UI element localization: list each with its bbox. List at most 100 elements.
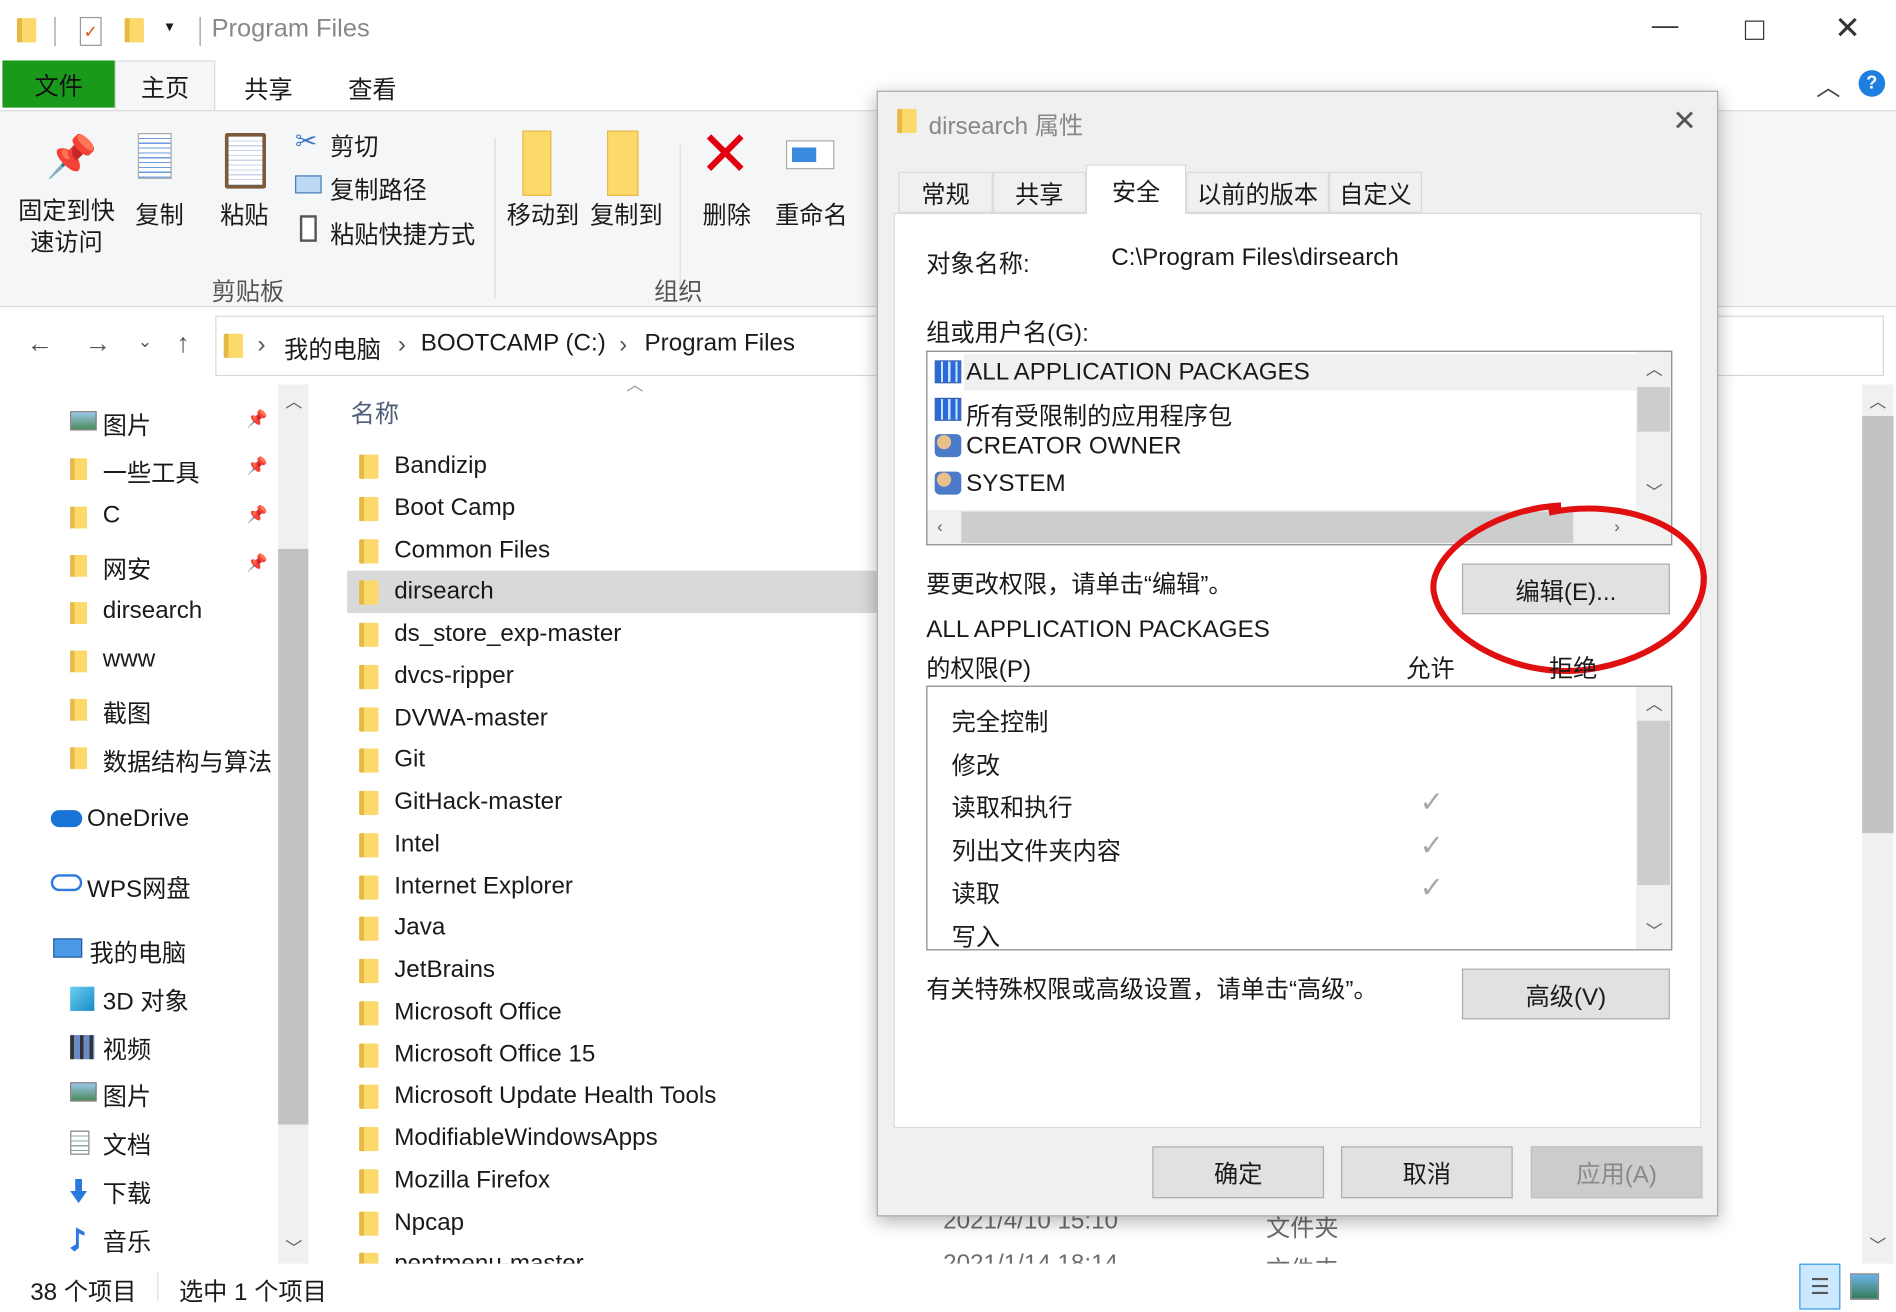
back-icon[interactable]: ← bbox=[27, 328, 54, 359]
nav-item[interactable]: 音乐 bbox=[0, 1218, 278, 1259]
scrollbar-thumb[interactable] bbox=[1637, 386, 1670, 432]
dialog-tab[interactable]: 以前的版本 bbox=[1186, 171, 1329, 213]
nav-item[interactable]: 数据结构与算法 bbox=[0, 738, 278, 779]
ribbon-tab-view[interactable]: 查看 bbox=[348, 70, 396, 105]
scroll-up-icon[interactable]: ︿ bbox=[1646, 692, 1663, 716]
breadcrumb-item[interactable]: BOOTCAMP (C:) bbox=[421, 330, 606, 358]
file-row[interactable]: Microsoft Update Health Tools bbox=[347, 1075, 879, 1117]
file-row[interactable]: Bandizip bbox=[347, 445, 879, 487]
nav-item[interactable]: C 📌 bbox=[0, 497, 278, 538]
scroll-up-icon[interactable]: ︿ bbox=[1869, 389, 1886, 413]
advanced-button[interactable]: 高级(V) bbox=[1461, 968, 1670, 1020]
up-icon[interactable]: ↑ bbox=[177, 328, 190, 359]
close-icon[interactable]: ✕ bbox=[1834, 10, 1860, 47]
nav-item[interactable]: 文档 bbox=[0, 1121, 278, 1162]
breadcrumb-item[interactable]: Program Files bbox=[645, 330, 796, 358]
nav-item[interactable]: dirsearch bbox=[0, 593, 278, 634]
file-row[interactable]: Microsoft Office 15 bbox=[347, 1033, 879, 1075]
copy-button[interactable]: 复制 bbox=[135, 196, 183, 231]
dialog-tab[interactable]: 共享 bbox=[992, 171, 1086, 213]
pin-icon[interactable]: 📌 bbox=[247, 504, 268, 525]
pin-quick-access-button[interactable]: 固定到快 速访问 bbox=[18, 196, 115, 259]
nav-item[interactable]: 桌面 bbox=[0, 1259, 278, 1264]
details-view-button[interactable]: ☰ bbox=[1799, 1263, 1841, 1310]
file-row[interactable]: pentmenu-master bbox=[347, 1243, 879, 1264]
vertical-scrollbar[interactable]: ︿ ﹀ bbox=[1636, 686, 1672, 950]
nav-scrollbar[interactable]: ︿ ﹀ bbox=[278, 384, 309, 1264]
recent-dropdown-icon[interactable]: ⌄ bbox=[138, 331, 152, 352]
pin-icon[interactable]: 📌 bbox=[247, 409, 268, 430]
nav-item[interactable]: 3D 对象 bbox=[0, 977, 278, 1018]
file-row[interactable]: GitHack-master bbox=[347, 781, 879, 823]
vertical-scrollbar[interactable]: ︿ ﹀ bbox=[1636, 351, 1672, 511]
file-row[interactable]: Java bbox=[347, 907, 879, 949]
copy-to-button[interactable]: 复制到 bbox=[590, 196, 663, 231]
rename-button[interactable]: 重命名 bbox=[775, 196, 848, 231]
file-row[interactable]: ModifiableWindowsApps bbox=[347, 1117, 879, 1159]
file-row[interactable]: Intel bbox=[347, 823, 879, 865]
file-scrollbar[interactable]: ︿ ﹀ bbox=[1862, 384, 1894, 1264]
permissions-listbox[interactable]: 完全控制 修改 读取和执行 ✓ 列出文件夹内容 ✓ 读取 ✓ 写入 ︿ ﹀ bbox=[926, 685, 1673, 951]
file-row[interactable]: dvcs-ripper bbox=[347, 655, 879, 697]
dialog-tab[interactable]: 安全 bbox=[1085, 164, 1187, 215]
scroll-down-icon[interactable]: ﹀ bbox=[285, 1236, 302, 1260]
nav-item[interactable]: 图片 bbox=[0, 1073, 278, 1114]
file-row[interactable]: dirsearch bbox=[347, 571, 880, 614]
scroll-up-icon[interactable]: ︿ bbox=[285, 389, 302, 413]
scrollbar-thumb[interactable] bbox=[1637, 720, 1670, 886]
dialog-tab[interactable]: 常规 bbox=[898, 171, 993, 213]
ribbon-tab-share[interactable]: 共享 bbox=[244, 70, 292, 105]
pin-icon[interactable]: 📌 bbox=[247, 553, 268, 574]
pin-icon[interactable]: 📌 bbox=[247, 456, 268, 477]
maximize-icon[interactable] bbox=[1744, 20, 1765, 40]
file-row[interactable]: DVWA-master bbox=[347, 697, 879, 739]
ribbon-tab-home[interactable]: 主页 bbox=[114, 60, 216, 112]
scroll-left-icon[interactable]: ‹ bbox=[937, 516, 943, 535]
scroll-up-icon[interactable]: ︿ bbox=[1646, 357, 1663, 381]
help-icon[interactable]: ? bbox=[1858, 70, 1886, 97]
forward-icon[interactable]: → bbox=[85, 328, 112, 359]
nav-item[interactable]: OneDrive bbox=[0, 800, 278, 841]
ribbon-tab-file[interactable]: 文件 bbox=[2, 60, 115, 108]
file-row[interactable]: Internet Explorer bbox=[347, 865, 879, 907]
nav-item[interactable]: 图片 📌 bbox=[0, 401, 278, 442]
group-row[interactable]: ALL APPLICATION PACKAGES bbox=[934, 354, 1637, 391]
nav-item[interactable]: 我的电脑 bbox=[0, 929, 278, 970]
file-row[interactable]: Mozilla Firefox bbox=[347, 1159, 879, 1201]
nav-item[interactable]: 网安 📌 bbox=[0, 545, 278, 586]
collapse-ribbon-icon[interactable]: ︿ bbox=[1816, 68, 1840, 103]
scrollbar-thumb[interactable] bbox=[1862, 415, 1894, 834]
cut-button[interactable]: 剪切 bbox=[330, 127, 378, 162]
nav-item[interactable]: 截图 bbox=[0, 689, 278, 730]
large-icons-view-button[interactable] bbox=[1850, 1273, 1880, 1300]
paste-button[interactable]: 粘贴 bbox=[220, 196, 268, 231]
paste-shortcut-button[interactable]: 粘贴快捷方式 bbox=[330, 215, 475, 250]
new-folder-icon[interactable] bbox=[124, 18, 144, 43]
column-header-name[interactable]: 名称 bbox=[351, 394, 399, 429]
file-row[interactable]: Microsoft Office bbox=[347, 991, 879, 1033]
nav-item[interactable]: 视频 bbox=[0, 1025, 278, 1066]
file-row[interactable]: Boot Camp bbox=[347, 487, 879, 529]
nav-item[interactable]: www bbox=[0, 641, 278, 682]
scrollbar-thumb[interactable] bbox=[278, 548, 309, 1125]
group-row[interactable]: 所有受限制的应用程序包 bbox=[934, 391, 1636, 430]
file-row[interactable]: Git bbox=[347, 739, 879, 781]
move-to-button[interactable]: 移动到 bbox=[507, 196, 580, 231]
breadcrumb-item[interactable]: 我的电脑 bbox=[284, 330, 381, 365]
scroll-down-icon[interactable]: ﹀ bbox=[1869, 1233, 1886, 1257]
dialog-tab[interactable]: 自定义 bbox=[1328, 171, 1423, 213]
properties-icon[interactable]: ✓ bbox=[79, 16, 102, 46]
ok-button[interactable]: 确定 bbox=[1152, 1146, 1325, 1199]
minimize-icon[interactable]: — bbox=[1652, 10, 1679, 41]
file-row[interactable]: ds_store_exp-master bbox=[347, 613, 879, 655]
delete-button[interactable]: 删除 bbox=[703, 196, 751, 231]
copy-path-button[interactable]: 复制路径 bbox=[330, 170, 427, 205]
group-row[interactable]: CREATOR OWNER bbox=[934, 428, 1636, 464]
file-row[interactable]: JetBrains bbox=[347, 949, 879, 991]
cancel-button[interactable]: 取消 bbox=[1341, 1146, 1513, 1199]
quick-access-dropdown-icon[interactable]: ▾ bbox=[166, 17, 174, 36]
dialog-close-icon[interactable]: ✕ bbox=[1672, 104, 1696, 139]
file-row[interactable]: Npcap bbox=[347, 1201, 879, 1243]
scroll-down-icon[interactable]: ﹀ bbox=[1646, 919, 1663, 943]
nav-item[interactable]: WPS网盘 bbox=[0, 865, 278, 906]
